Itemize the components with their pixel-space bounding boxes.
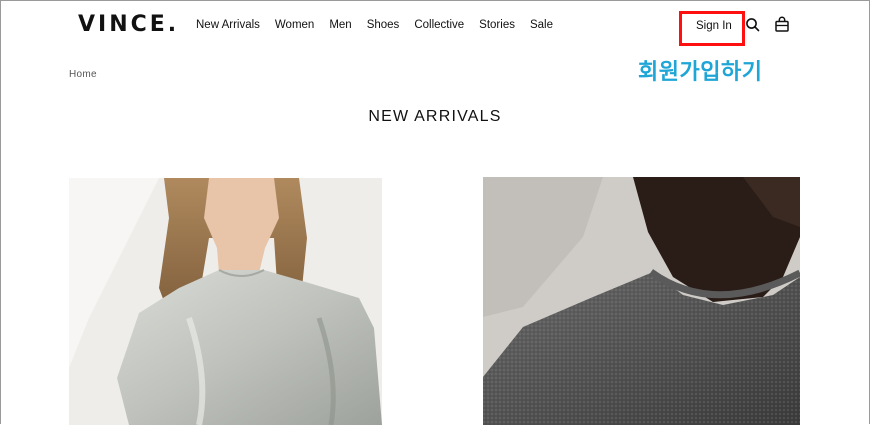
nav-women[interactable]: Women xyxy=(275,19,314,31)
search-icon[interactable] xyxy=(744,16,762,34)
product-image-man xyxy=(483,177,800,425)
nav-collective[interactable]: Collective xyxy=(414,19,464,31)
main-nav: New Arrivals Women Men Shoes Collective … xyxy=(196,19,568,31)
page-title: NEW ARRIVALS xyxy=(368,108,502,125)
nav-sale[interactable]: Sale xyxy=(530,19,553,31)
breadcrumb-home[interactable]: Home xyxy=(69,69,97,80)
product-image-woman xyxy=(69,178,382,425)
nav-men[interactable]: Men xyxy=(329,19,351,31)
nav-stories[interactable]: Stories xyxy=(479,19,515,31)
product-card-1[interactable] xyxy=(69,178,382,425)
vince-logo[interactable]: VINCE. xyxy=(78,12,179,37)
product-card-2[interactable] xyxy=(483,177,800,425)
nav-shoes[interactable]: Shoes xyxy=(367,19,400,31)
sign-in-link[interactable]: Sign In xyxy=(696,20,732,32)
bag-icon[interactable] xyxy=(773,16,791,34)
nav-new-arrivals[interactable]: New Arrivals xyxy=(196,19,260,31)
signup-annotation: 회원가입하기 xyxy=(638,60,763,85)
